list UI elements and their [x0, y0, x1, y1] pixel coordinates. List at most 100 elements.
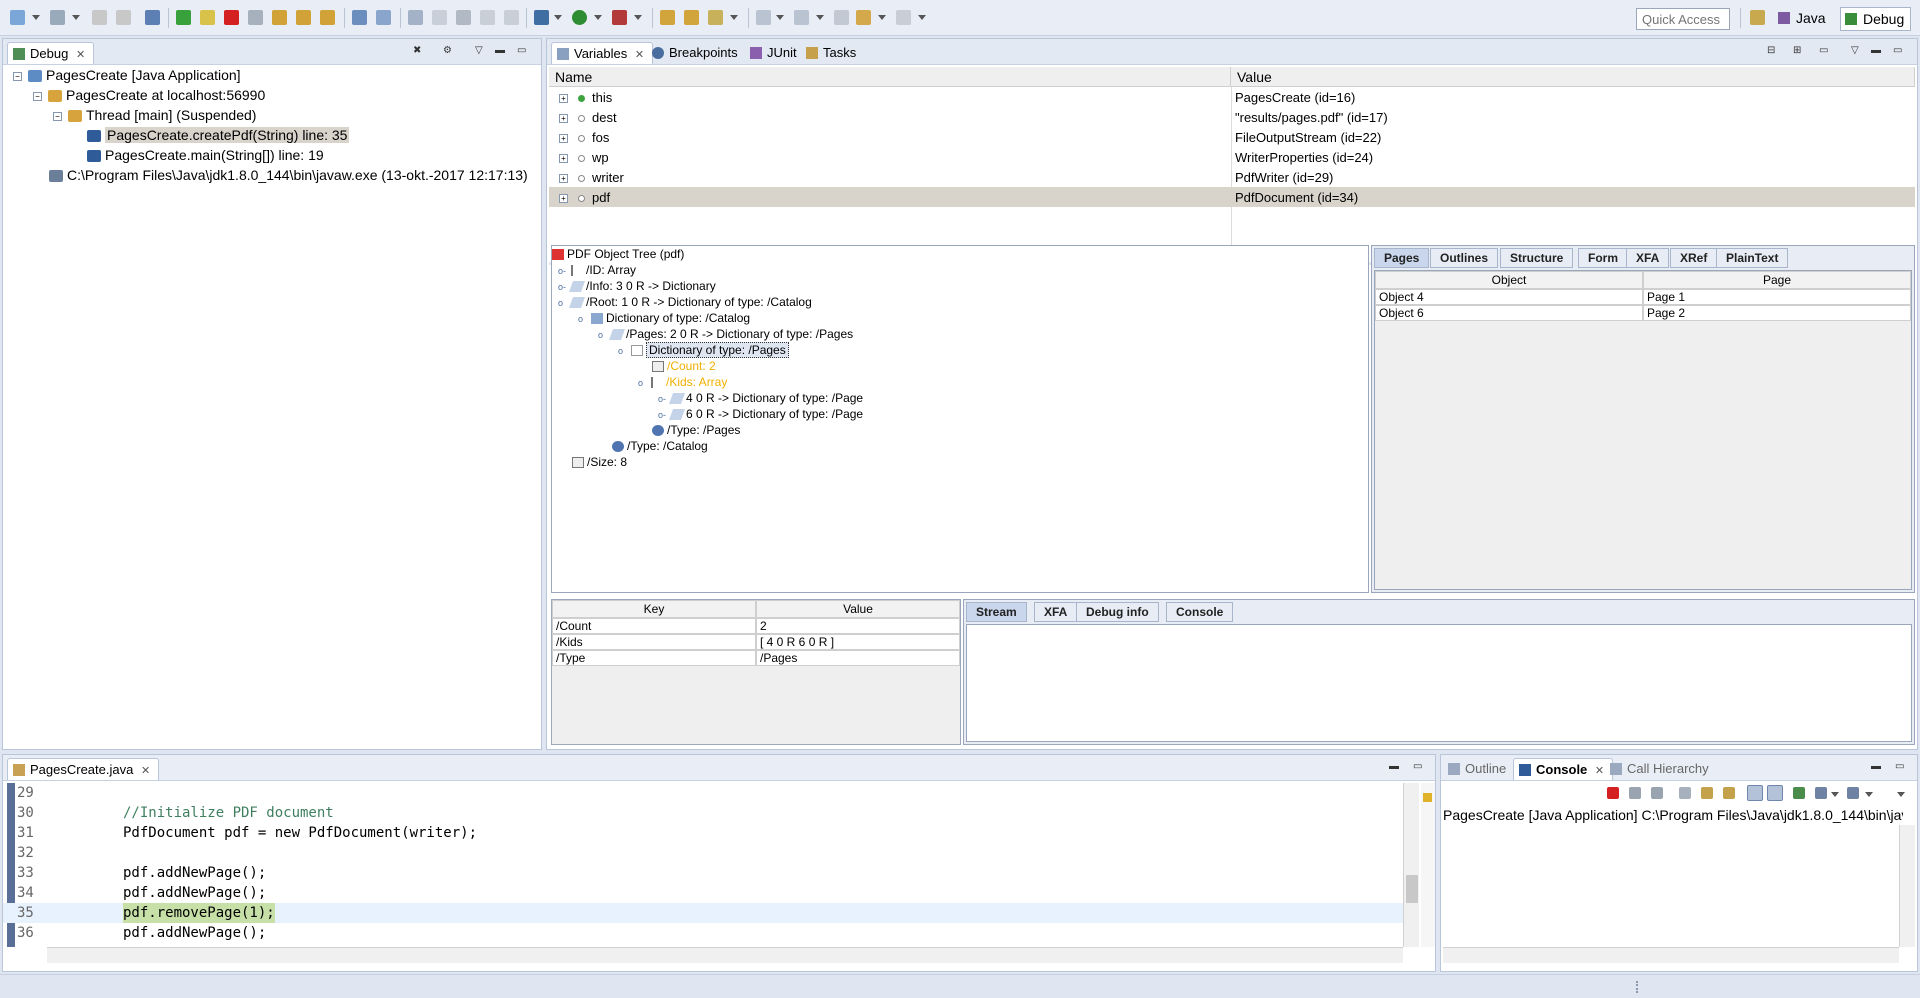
expand-icon[interactable]: + — [559, 134, 568, 144]
column-header-object[interactable]: Object — [1375, 271, 1643, 289]
back-icon[interactable] — [856, 10, 871, 25]
scroll-lock-icon[interactable] — [1701, 787, 1713, 799]
toggle-breakpoint-icon[interactable] — [408, 10, 423, 25]
new-project-icon[interactable] — [50, 10, 65, 25]
word-wrap-icon[interactable] — [1723, 787, 1735, 799]
maximize-icon[interactable]: ▭ — [1413, 761, 1422, 772]
minimize-icon[interactable]: ▬ — [1871, 761, 1881, 772]
resume-icon[interactable] — [176, 10, 191, 25]
debug-target-node[interactable]: − PagesCreate at localhost:56990 — [33, 85, 265, 105]
collapse-all-icon[interactable]: ⊟ — [1767, 45, 1775, 56]
clear-console-icon[interactable] — [1679, 787, 1691, 799]
previous-annotation-icon[interactable] — [794, 10, 809, 25]
display-icon[interactable] — [504, 10, 519, 25]
tab-stream[interactable]: Stream — [966, 602, 1027, 622]
forward-dropdown-icon[interactable] — [918, 15, 926, 20]
variable-row-this[interactable]: + this PagesCreate (id=16) — [549, 87, 1915, 107]
skip-breakpoints-icon[interactable] — [145, 10, 160, 25]
watch-icon[interactable] — [480, 10, 495, 25]
open-resource-icon[interactable] — [684, 10, 699, 25]
tab-console[interactable]: Console ✕ — [1513, 758, 1614, 780]
tree-node[interactable]: /Type: /Catalog — [612, 438, 708, 454]
minimize-icon[interactable]: ▬ — [1389, 761, 1399, 772]
perspective-java[interactable]: Java — [1774, 7, 1832, 31]
tree-node[interactable]: /Type: /Pages — [652, 422, 740, 438]
pin-console-icon[interactable] — [1793, 787, 1805, 799]
tree-node[interactable]: o/Kids: Array — [638, 374, 727, 390]
tree-node[interactable]: o/Root: 1 0 R -> Dictionary of type: /Ca… — [558, 294, 812, 310]
tab-debug[interactable]: Debug ✕ — [7, 42, 95, 64]
show-type-names-icon[interactable]: ▭ — [1819, 45, 1828, 56]
console-vertical-scrollbar[interactable] — [1899, 825, 1915, 947]
tab-structure[interactable]: Structure — [1500, 248, 1574, 268]
launch-node[interactable]: − PagesCreate [Java Application] — [13, 65, 241, 85]
open-console-dropdown-icon[interactable] — [1865, 792, 1873, 797]
quick-access-input[interactable] — [1636, 8, 1730, 30]
step-over-icon[interactable] — [296, 10, 311, 25]
inspect-icon[interactable] — [456, 10, 471, 25]
expand-icon[interactable]: + — [559, 154, 568, 164]
show-on-stdout-icon[interactable] — [1747, 785, 1763, 801]
search-dropdown-icon[interactable] — [730, 15, 738, 20]
external-tools-dropdown-icon[interactable] — [634, 15, 642, 20]
collapse-icon[interactable]: o — [558, 295, 568, 311]
minimize-icon[interactable]: ▬ — [495, 45, 505, 56]
debug-icon[interactable] — [534, 10, 549, 25]
tab-variables[interactable]: Variables ✕ — [551, 42, 654, 64]
step-into-icon[interactable] — [272, 10, 287, 25]
view-menu-dropdown-icon[interactable] — [1897, 792, 1905, 797]
column-header-value[interactable]: Value — [756, 600, 960, 618]
view-menu-dropdown-icon[interactable]: ▽ — [1851, 45, 1859, 56]
view-menu-dropdown-icon[interactable]: ▽ — [475, 45, 483, 56]
close-icon[interactable]: ✕ — [76, 48, 85, 61]
value-cell[interactable]: [ 4 0 R 6 0 R ] — [756, 634, 960, 650]
show-logical-structure-icon[interactable]: ⊞ — [1793, 45, 1801, 56]
tab-call-hierarchy[interactable]: Call Hierarchy — [1605, 758, 1717, 780]
tab-xfa[interactable]: XFA — [1034, 602, 1078, 622]
variable-row-writer[interactable]: + writer PdfWriter (id=29) — [549, 167, 1915, 187]
collapse-icon[interactable]: o — [638, 375, 648, 391]
column-header-value[interactable]: Value — [1231, 67, 1915, 87]
save-icon[interactable] — [92, 10, 107, 25]
key-cell[interactable]: /Kids — [552, 634, 756, 650]
next-annotation-icon[interactable] — [756, 10, 771, 25]
collapse-icon[interactable]: − — [13, 71, 22, 81]
variable-row-fos[interactable]: + fos FileOutputStream (id=22) — [549, 127, 1915, 147]
display-selected-console-dropdown-icon[interactable] — [1831, 792, 1839, 797]
expand-icon[interactable]: o- — [658, 407, 668, 423]
collapse-icon[interactable]: o — [578, 311, 588, 327]
value-cell[interactable]: /Pages — [756, 650, 960, 666]
tab-xref[interactable]: XRef — [1670, 248, 1718, 268]
variable-row-wp[interactable]: + wp WriterProperties (id=24) — [549, 147, 1915, 167]
perspective-debug[interactable]: Debug — [1840, 7, 1912, 31]
console-horizontal-scrollbar[interactable] — [1443, 947, 1899, 963]
variable-row-pdf[interactable]: + pdf PdfDocument (id=34) — [549, 187, 1915, 207]
collapse-icon[interactable]: o — [618, 343, 628, 359]
open-type-icon[interactable] — [660, 10, 675, 25]
page-row-object[interactable]: Object 4 — [1375, 289, 1643, 305]
terminate-icon[interactable] — [1607, 787, 1619, 799]
column-header-key[interactable]: Key — [552, 600, 756, 618]
tree-node[interactable]: /Count: 2 — [652, 358, 716, 374]
expand-icon[interactable]: o- — [558, 279, 568, 295]
tree-node[interactable]: o- 4 0 R -> Dictionary of type: /Page — [658, 390, 863, 406]
key-cell[interactable]: /Type — [552, 650, 756, 666]
expand-icon[interactable]: + — [559, 194, 568, 204]
column-header-page[interactable]: Page — [1643, 271, 1911, 289]
use-step-filters-icon[interactable] — [376, 10, 391, 25]
save-all-icon[interactable] — [116, 10, 131, 25]
tab-junit[interactable]: JUnit — [745, 42, 805, 64]
minimize-icon[interactable]: ▬ — [1871, 45, 1881, 56]
tab-tasks[interactable]: Tasks — [801, 42, 864, 64]
stack-frame[interactable]: PagesCreate.main(String[]) line: 19 — [87, 145, 324, 165]
page-row-page[interactable]: Page 2 — [1643, 305, 1911, 321]
expand-icon[interactable]: + — [559, 94, 568, 104]
tree-node[interactable]: o- /ID: Array — [558, 262, 636, 278]
previous-annotation-dropdown-icon[interactable] — [816, 15, 824, 20]
warning-marker[interactable] — [1423, 793, 1432, 802]
show-on-stderr-icon[interactable] — [1767, 785, 1783, 801]
page-row-object[interactable]: Object 6 — [1375, 305, 1643, 321]
next-annotation-dropdown-icon[interactable] — [776, 15, 784, 20]
tab-pages[interactable]: Pages — [1374, 248, 1430, 268]
maximize-icon[interactable]: ▭ — [517, 45, 526, 56]
